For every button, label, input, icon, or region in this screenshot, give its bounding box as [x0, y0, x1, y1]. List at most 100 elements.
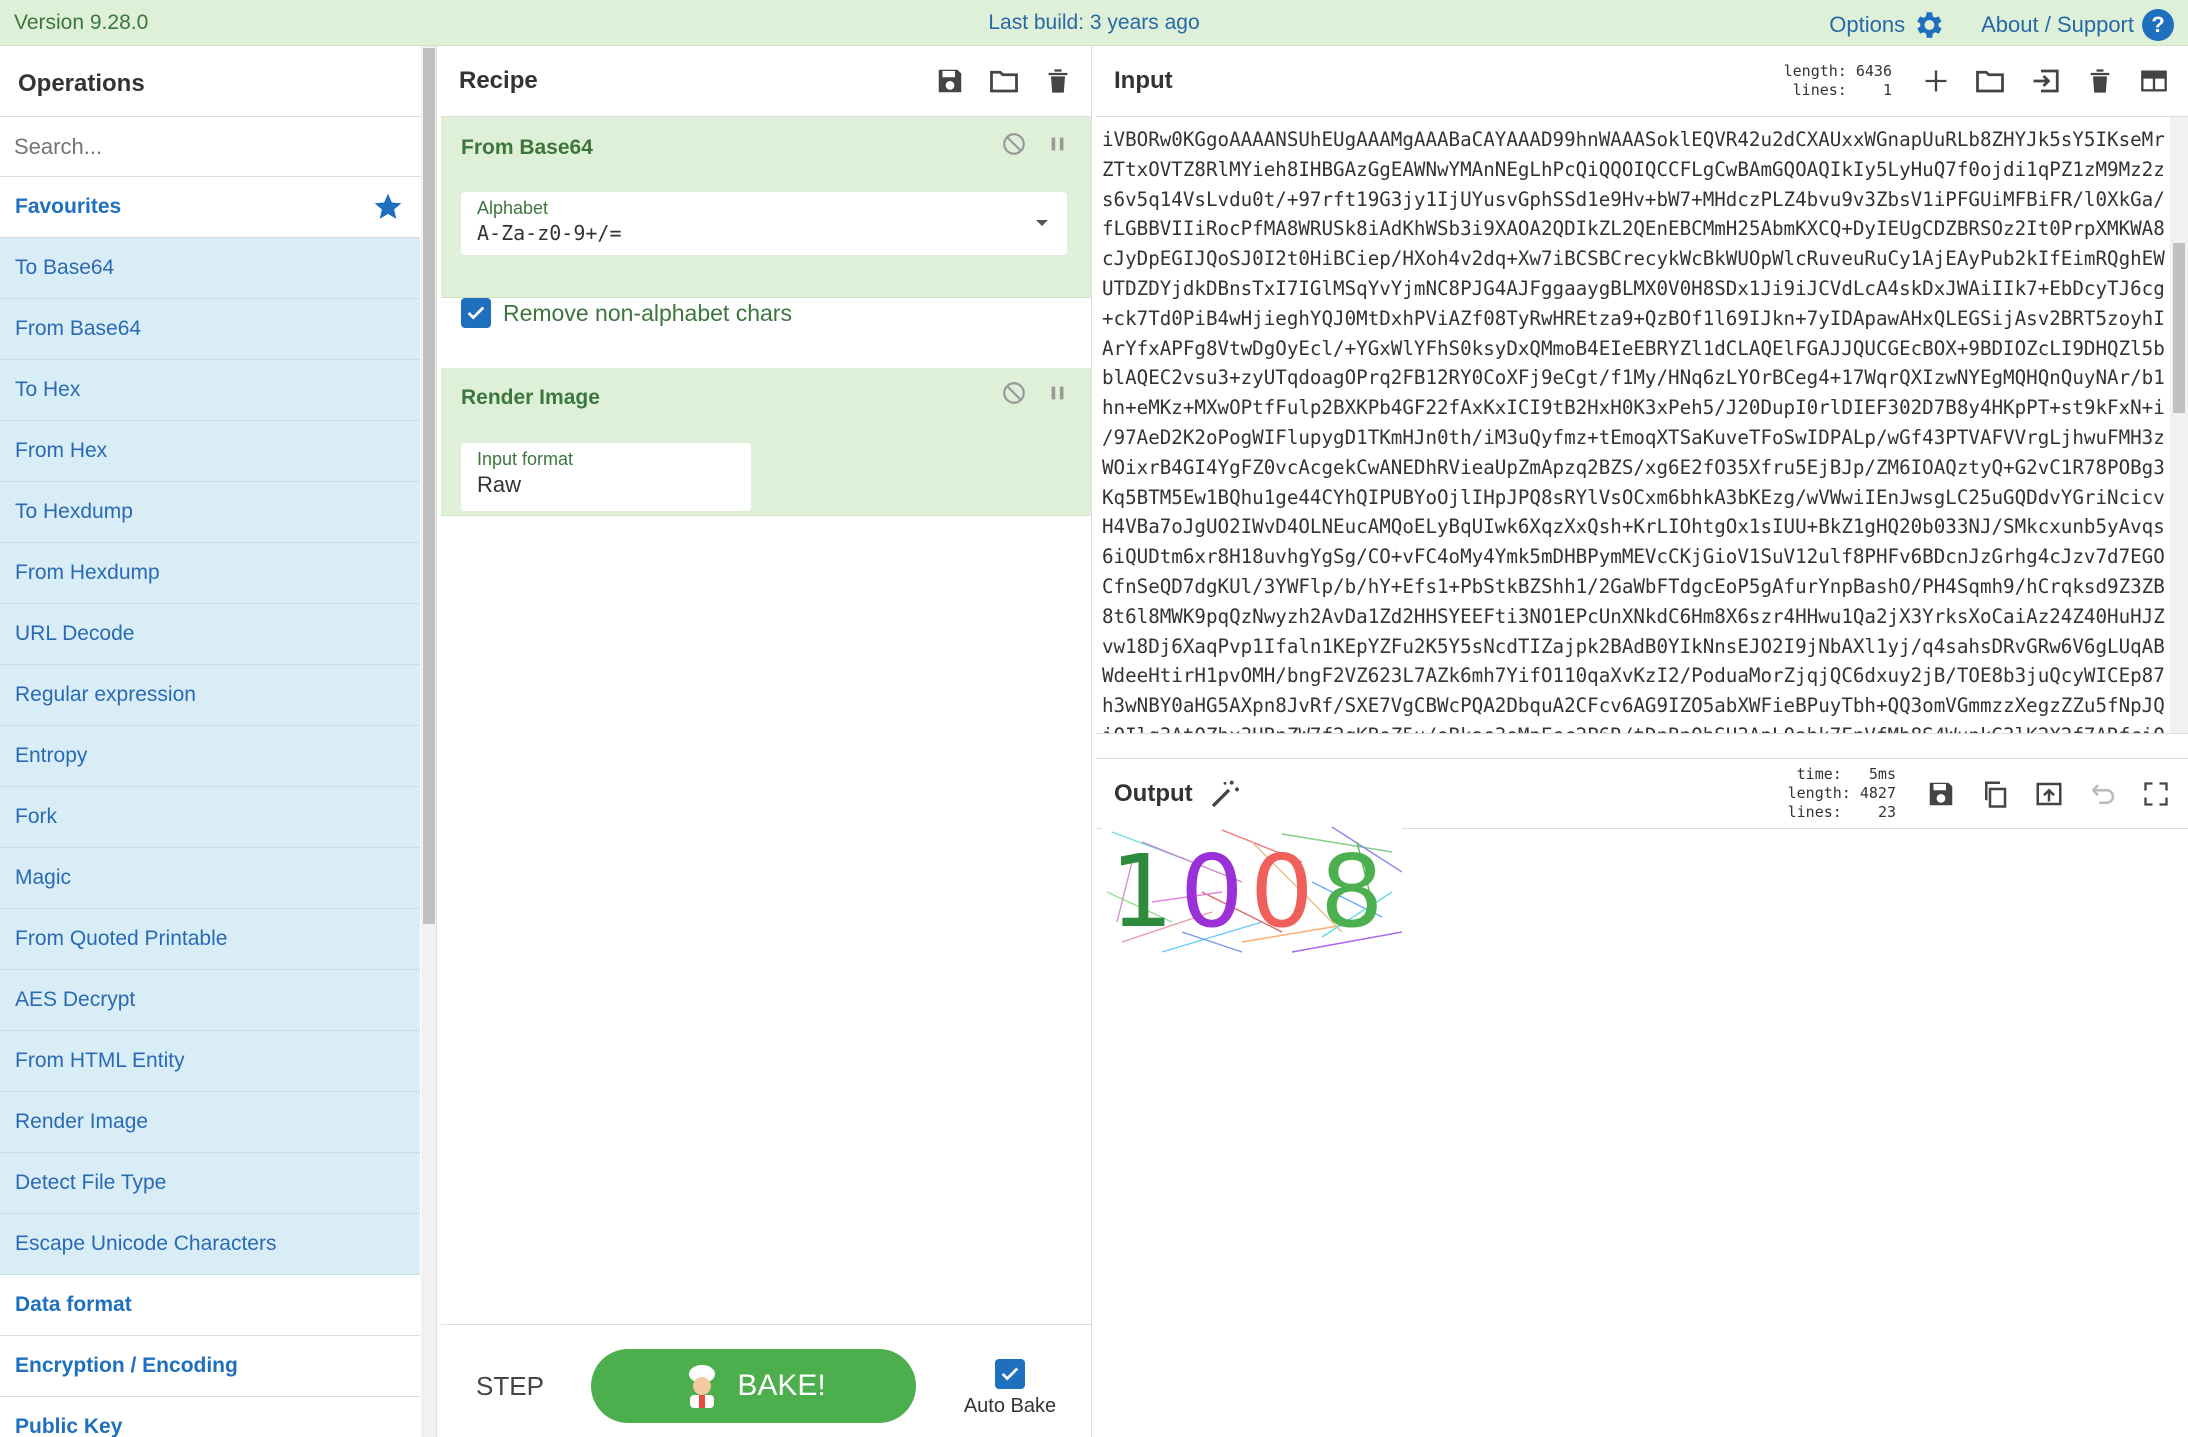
- recipe-header: Recipe: [441, 46, 1091, 117]
- trash-icon[interactable]: [2086, 66, 2114, 96]
- operation-item[interactable]: To Hex: [0, 360, 420, 421]
- remove-nonalphabet-option[interactable]: Remove non-alphabet chars: [461, 298, 792, 328]
- about-label: About / Support: [1981, 12, 2134, 37]
- auto-bake-option[interactable]: Auto Bake: [955, 1359, 1065, 1418]
- undo-icon[interactable]: [2088, 779, 2118, 809]
- import-icon[interactable]: [2030, 66, 2062, 96]
- gear-icon: [1917, 12, 1942, 38]
- operation-item[interactable]: From Hex: [0, 421, 420, 482]
- input-lines-label: lines:: [1792, 81, 1847, 99]
- about-support-link[interactable]: About / Support ?: [1981, 9, 2174, 41]
- save-recipe-button[interactable]: [935, 66, 965, 96]
- recipe-panel: Recipe From Base64 Alphabet A-Za-z0-9+/=: [441, 46, 1092, 1437]
- save-icon[interactable]: [1926, 779, 1956, 809]
- alphabet-field[interactable]: Alphabet A-Za-z0-9+/=: [461, 192, 1067, 255]
- auto-bake-checkbox[interactable]: [995, 1359, 1025, 1389]
- options-link[interactable]: Options: [1829, 8, 1945, 42]
- input-lines-value: 1: [1882, 81, 1892, 99]
- bake-label: BAKE!: [737, 1369, 826, 1402]
- operation-item[interactable]: Magic: [0, 848, 420, 909]
- pause-icon[interactable]: [1047, 380, 1069, 406]
- replace-input-icon[interactable]: [2034, 779, 2064, 809]
- checkmark-icon: [467, 306, 485, 320]
- magic-wand-icon[interactable]: [1209, 778, 1241, 810]
- input-title: Input: [1114, 67, 1173, 94]
- output-length-label: length:: [1787, 784, 1851, 802]
- layout-icon[interactable]: [2138, 67, 2170, 95]
- search-bar: [0, 117, 436, 177]
- banner-links: Options About / Support ?: [1829, 8, 2174, 42]
- step-button[interactable]: STEP: [476, 1371, 544, 1402]
- checkmark-icon: [1001, 1367, 1019, 1381]
- operation-item[interactable]: Fork: [0, 787, 420, 848]
- options-label: Options: [1829, 12, 1906, 37]
- remove-nonalphabet-label: Remove non-alphabet chars: [503, 299, 792, 326]
- captcha-digit: 8: [1320, 833, 1384, 950]
- operation-item[interactable]: From Hexdump: [0, 543, 420, 604]
- output-title: Output: [1114, 779, 1193, 807]
- operation-item[interactable]: From Base64: [0, 299, 420, 360]
- output-header: Output time: 5ms length: 4827 lines: 23: [1096, 758, 2188, 829]
- operation-name: Render Image: [461, 386, 600, 409]
- scrollbar-thumb[interactable]: [2173, 243, 2185, 413]
- captcha-digit: 0: [1180, 833, 1244, 950]
- operation-item[interactable]: Regular expression: [0, 665, 420, 726]
- operations-panel: Operations Favourites To Base64 From Bas…: [0, 46, 437, 1437]
- operation-item[interactable]: URL Decode: [0, 604, 420, 665]
- category-data-format[interactable]: Data format: [0, 1275, 420, 1336]
- captcha-digit: 1: [1110, 833, 1174, 950]
- save-icon: [938, 69, 962, 93]
- operations-title: Operations: [0, 46, 436, 117]
- operations-scrollbar[interactable]: [421, 46, 436, 1437]
- disable-icon[interactable]: [1001, 131, 1027, 157]
- operation-item[interactable]: Render Image: [0, 1092, 420, 1153]
- category-public-key[interactable]: Public Key: [0, 1397, 420, 1437]
- chef-icon: [689, 1365, 716, 1408]
- panel-divider[interactable]: [1096, 733, 2188, 758]
- top-banner: Version 9.28.0 Last build: 3 years ago O…: [0, 0, 2188, 46]
- favourites-label: Favourites: [15, 195, 122, 218]
- operation-item[interactable]: From HTML Entity: [0, 1031, 420, 1092]
- star-icon: [374, 193, 402, 219]
- operation-item[interactable]: From Quoted Printable: [0, 909, 420, 970]
- chevron-down-icon[interactable]: [1033, 217, 1051, 229]
- clear-recipe-button[interactable]: [1043, 66, 1073, 96]
- copy-icon[interactable]: [1980, 779, 2010, 809]
- operation-item[interactable]: To Hexdump: [0, 482, 420, 543]
- load-recipe-button[interactable]: [989, 66, 1019, 96]
- plus-icon[interactable]: [1922, 67, 1950, 95]
- input-length-value: 6436: [1855, 62, 1892, 80]
- output-image: 1 0 0 8: [1102, 822, 1403, 963]
- scrollbar-thumb[interactable]: [423, 48, 435, 924]
- captcha-image: 1 0 0 8: [1102, 822, 1403, 958]
- maximize-icon[interactable]: [2142, 780, 2170, 808]
- bake-button[interactable]: BAKE!: [591, 1349, 916, 1423]
- output-length-value: 4827: [1859, 784, 1896, 802]
- favourites-list: To Base64 From Base64 To Hex From Hex To…: [0, 238, 436, 1275]
- input-format-label: Input format: [477, 449, 574, 469]
- operation-item[interactable]: Escape Unicode Characters: [0, 1214, 420, 1275]
- output-time-label: time:: [1796, 765, 1842, 783]
- search-input[interactable]: [14, 133, 422, 160]
- category-favourites[interactable]: Favourites: [0, 177, 420, 238]
- input-format-field[interactable]: Input format Raw: [461, 443, 751, 511]
- input-stats: length: 6436 lines: 1: [1784, 62, 1892, 100]
- operation-item[interactable]: To Base64: [0, 238, 420, 299]
- io-panel: Input length: 6436 lines: 1 iVBORw0KGgoA…: [1096, 46, 2188, 1437]
- operation-item[interactable]: Detect File Type: [0, 1153, 420, 1214]
- remove-nonalphabet-checkbox[interactable]: [461, 298, 491, 328]
- disable-icon[interactable]: [1001, 380, 1027, 406]
- folder-icon[interactable]: [1974, 66, 2006, 96]
- operation-from-base64: From Base64 Alphabet A-Za-z0-9+/=: [441, 117, 1091, 298]
- operation-item[interactable]: AES Decrypt: [0, 970, 420, 1031]
- output-lines-value: 23: [1877, 803, 1896, 821]
- operation-name: From Base64: [461, 136, 593, 159]
- pause-icon[interactable]: [1047, 131, 1069, 157]
- input-format-value: Raw: [477, 472, 522, 497]
- input-textarea[interactable]: iVBORw0KGgoAAAANSUhEUgAAAMgAAABaCAYAAAD9…: [1096, 117, 2170, 733]
- category-encryption-encoding[interactable]: Encryption / Encoding: [0, 1336, 420, 1397]
- captcha-digit: 0: [1250, 833, 1314, 950]
- input-scrollbar[interactable]: [2170, 117, 2188, 733]
- alphabet-value: A-Za-z0-9+/=: [477, 221, 622, 245]
- operation-item[interactable]: Entropy: [0, 726, 420, 787]
